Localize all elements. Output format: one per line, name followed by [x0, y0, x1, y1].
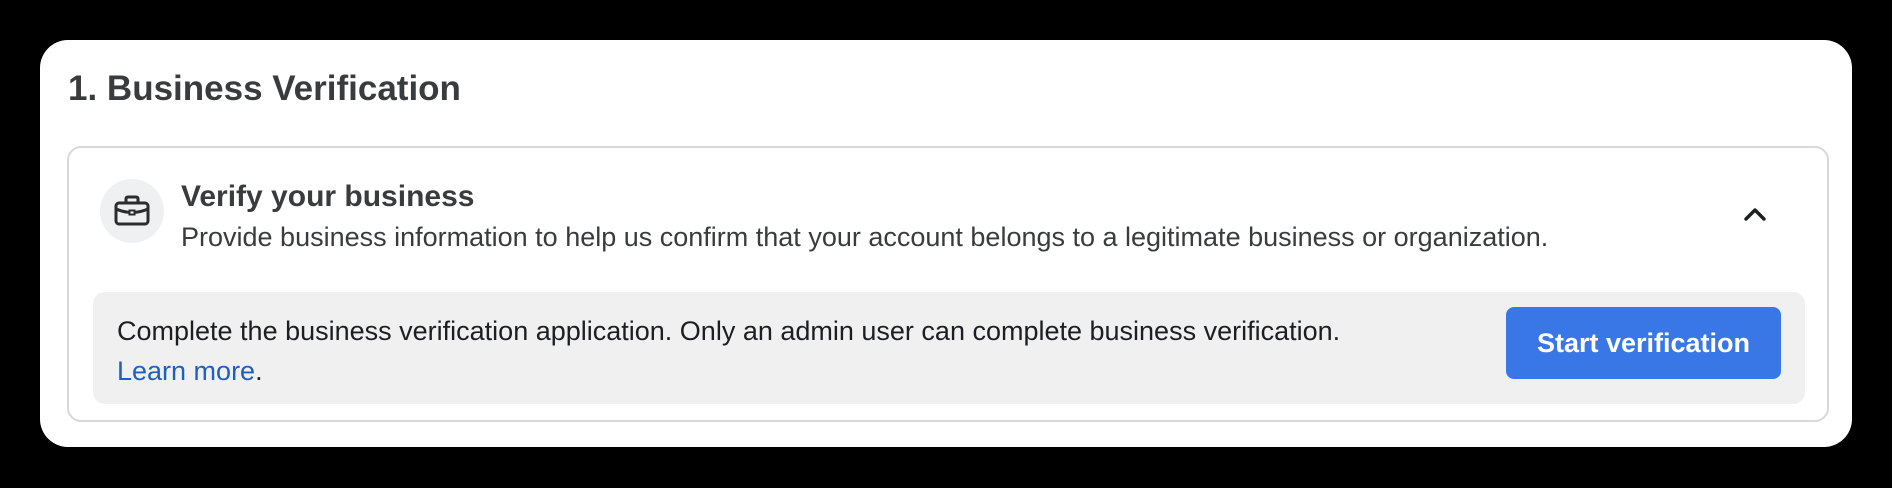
card-description: Provide business information to help us … [181, 222, 1549, 252]
collapse-toggle[interactable] [1731, 190, 1779, 238]
info-message: Complete the business verification appli… [117, 316, 1341, 346]
business-verification-panel: 1. Business Verification Verify your bus… [40, 40, 1852, 447]
briefcase-icon [114, 195, 150, 226]
section-title: 1. Business Verification [68, 69, 461, 108]
start-verification-button[interactable]: Start verification [1506, 307, 1781, 379]
card-title: Verify your business [181, 180, 475, 213]
learn-more-suffix: . [255, 356, 263, 386]
info-box: Complete the business verification appli… [93, 292, 1805, 404]
chevron-up-icon [1744, 208, 1766, 221]
info-text-block: Complete the business verification appli… [117, 311, 1447, 391]
learn-more-link[interactable]: Learn more [117, 356, 255, 386]
verify-business-card: Verify your business Provide business in… [67, 146, 1829, 422]
briefcase-icon-container [100, 179, 164, 243]
